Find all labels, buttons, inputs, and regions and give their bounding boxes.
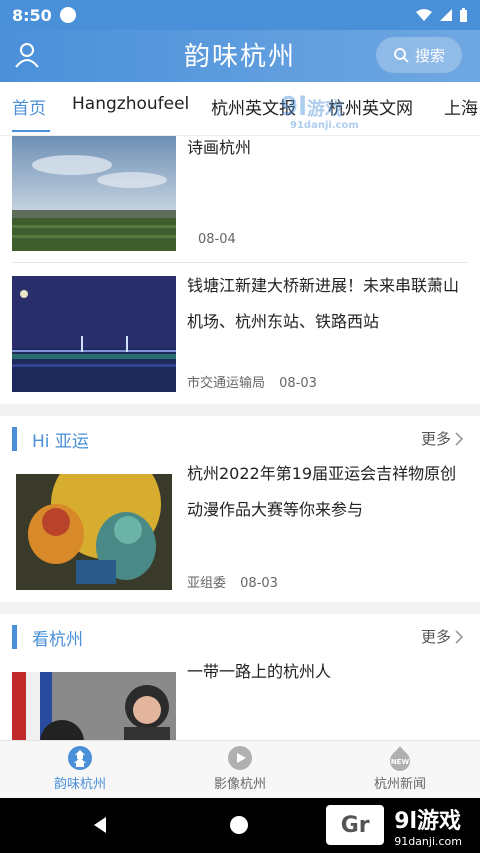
- tab-shanghai[interactable]: 上海: [444, 94, 478, 119]
- status-icons: [415, 7, 468, 23]
- notification-icon: [59, 7, 76, 23]
- news-thumbnail: [16, 474, 172, 590]
- bottom-navigation: 韵味杭州 影像杭州 NEW 杭州新闻: [0, 740, 480, 798]
- news-item[interactable]: 钱塘江新建大桥新进展！未来串联萧山机场、杭州东站、铁路西站 市交通运输局 08-…: [0, 264, 480, 400]
- watermark-brand: 9l游戏: [394, 808, 462, 834]
- section-title: Hi 亚运: [32, 432, 89, 452]
- watermark-text: 9l游戏 91danji.com: [394, 803, 462, 848]
- search-icon: [394, 48, 409, 63]
- nav-label: 韵味杭州: [53, 777, 106, 792]
- search-button[interactable]: 搜索: [376, 37, 462, 73]
- news-item[interactable]: 一带一路上的杭州人: [0, 660, 480, 740]
- nav-hangzhou-news[interactable]: NEW 杭州新闻: [340, 745, 460, 792]
- section-title: 看杭州: [32, 630, 83, 650]
- watermark-domain: 91danji.com: [394, 834, 462, 848]
- active-tab-indicator: [12, 130, 50, 132]
- wifi-icon: [416, 9, 432, 21]
- play-icon: [228, 746, 252, 770]
- app-header: 韵味杭州 搜索: [0, 30, 480, 82]
- news-source: 亚组委: [187, 576, 227, 591]
- battery-icon: [460, 7, 467, 22]
- tab-home[interactable]: 首页: [12, 94, 46, 119]
- chevron-right-icon: [455, 431, 464, 446]
- news-source: 市交通运输局: [187, 376, 266, 391]
- watermark-logo-box: Gr: [326, 805, 385, 845]
- chevron-right-icon: [455, 629, 464, 644]
- category-tabs: 首页 Hangzhoufeel 杭州英文报 杭州英文网 上海: [0, 82, 480, 136]
- nav-label: 杭州新闻: [373, 777, 426, 792]
- nav-label: 影像杭州: [213, 777, 266, 792]
- news-date: 08-03: [240, 576, 278, 591]
- news-badge-icon: NEW: [390, 746, 410, 771]
- section-gap: [0, 602, 480, 614]
- news-thumbnail: [12, 672, 176, 740]
- news-meta: 市交通运输局 08-03: [187, 372, 317, 391]
- watermark-banner: Gr 9l游戏 91danji.com: [280, 802, 480, 848]
- back-icon[interactable]: [90, 815, 110, 835]
- news-title: 杭州2022年第19届亚运会吉祥物原创动漫作品大赛等你来参与: [187, 464, 457, 519]
- section-gap: [0, 404, 480, 416]
- news-item[interactable]: 杭州2022年第19届亚运会吉祥物原创动漫作品大赛等你来参与 亚组委 08-03: [0, 462, 480, 612]
- nav-video-hangzhou[interactable]: 影像杭州: [180, 745, 300, 792]
- news-item[interactable]: 诗画杭州 08-04: [0, 136, 480, 264]
- news-meta: 亚组委 08-03: [187, 572, 278, 591]
- news-date: 08-04: [198, 232, 236, 247]
- svg-text:NEW: NEW: [391, 758, 410, 766]
- signal-icon: [440, 9, 452, 21]
- more-link[interactable]: 更多: [421, 428, 464, 449]
- nav-yunwei-hangzhou[interactable]: 韵味杭州: [20, 745, 140, 792]
- news-thumbnail: [12, 136, 176, 251]
- section-accent-bar: [12, 427, 17, 451]
- search-label: 搜索: [414, 46, 445, 65]
- news-date: 08-03: [279, 376, 317, 391]
- watermark-logo: 9l游戏: [280, 92, 344, 122]
- section-accent-bar: [12, 625, 17, 649]
- divider: [12, 262, 468, 263]
- system-navigation-bar: Gr 9l游戏 91danji.com: [0, 798, 480, 853]
- news-thumbnail: [12, 276, 176, 392]
- more-label: 更多: [420, 430, 451, 448]
- status-time: 8:50: [12, 5, 52, 25]
- more-label: 更多: [420, 628, 451, 646]
- news-feed[interactable]: 诗画杭州 08-04 钱塘江新建大桥新进展！未来串联萧山机场、杭州东站、铁路西站: [0, 136, 480, 740]
- status-bar: 8:50: [0, 0, 480, 30]
- news-title: 诗画杭州: [187, 138, 252, 157]
- watermark-domain: 91danji.com: [290, 120, 359, 131]
- home-icon[interactable]: [230, 816, 248, 834]
- news-title: 一带一路上的杭州人: [187, 662, 332, 681]
- tab-hangzhoufeel[interactable]: Hangzhoufeel: [72, 94, 189, 114]
- app-root: 8:50 韵味杭州 搜索 首页 Hangzhoufeel 杭州英文报 杭州英文网…: [0, 0, 480, 853]
- news-title: 钱塘江新建大桥新进展！未来串联萧山机场、杭州东站、铁路西站: [187, 276, 460, 331]
- pagoda-icon: [68, 746, 92, 770]
- more-link[interactable]: 更多: [421, 626, 464, 647]
